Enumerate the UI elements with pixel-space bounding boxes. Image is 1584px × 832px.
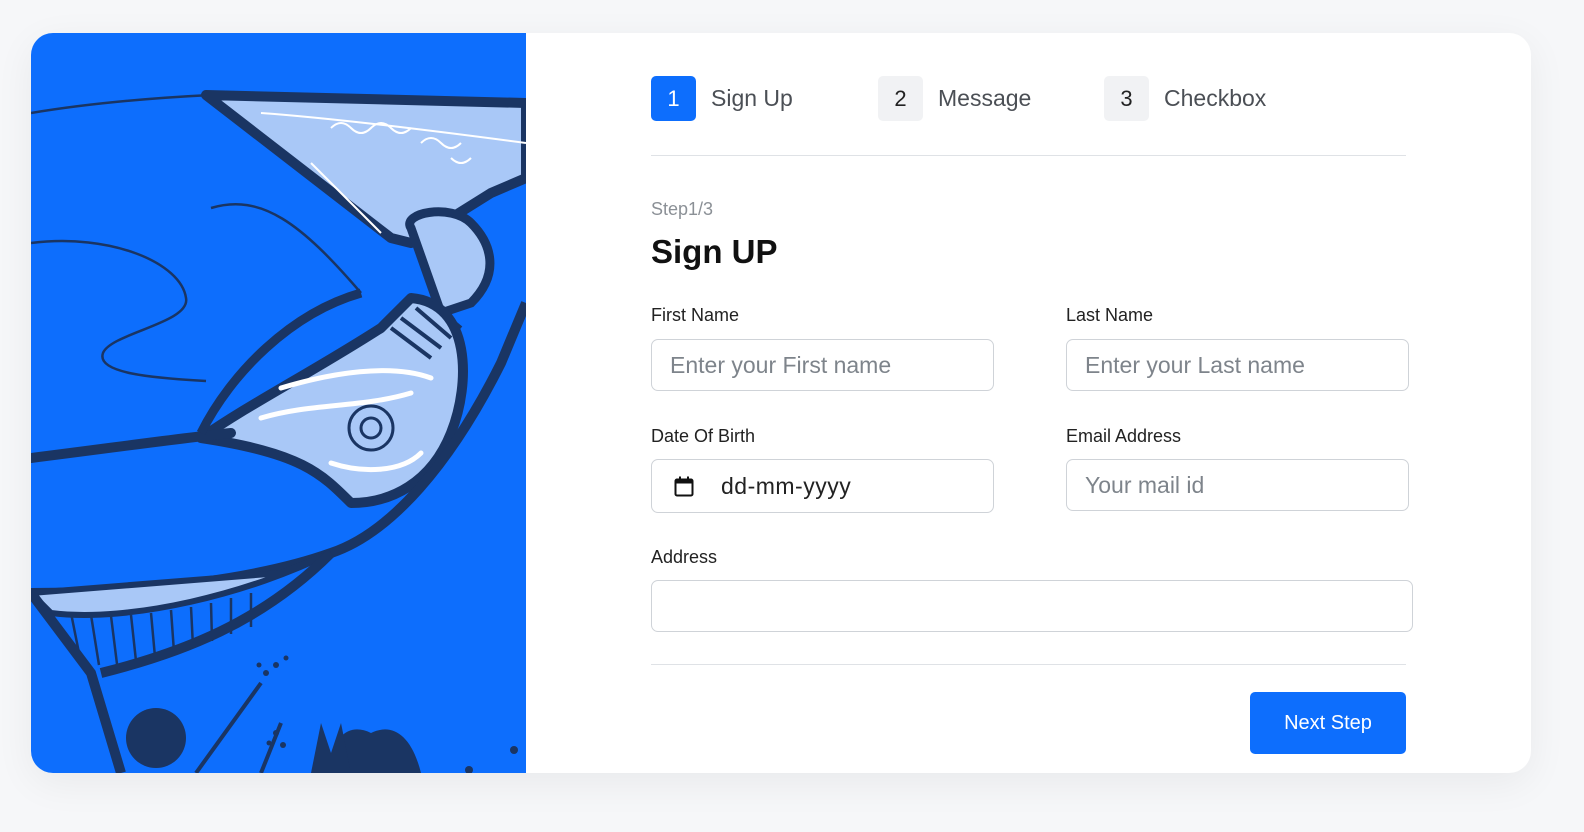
step-label: Sign Up [711, 85, 793, 111]
step-label: Checkbox [1164, 85, 1267, 111]
step-number: 2 [878, 76, 923, 121]
divider-bottom [651, 664, 1406, 665]
stepper: 1 Sign Up 2 Message 3 Checkbox [651, 76, 1266, 121]
calendar-icon[interactable] [674, 475, 696, 497]
address-input[interactable] [651, 580, 1413, 632]
email-input[interactable] [1066, 459, 1409, 511]
step-caption: Step1/3 [651, 199, 714, 219]
dob-label: Date Of Birth [651, 426, 756, 446]
step-sign-up[interactable]: 1 Sign Up [651, 76, 878, 121]
first-name-label: First Name [651, 305, 740, 325]
illustration-panel [31, 33, 526, 773]
step-number: 3 [1104, 76, 1149, 121]
email-label: Email Address [1066, 426, 1182, 446]
dob-placeholder: dd-mm-yyyy [721, 472, 852, 499]
step-checkbox[interactable]: 3 Checkbox [1104, 76, 1266, 121]
signup-card: 1 Sign Up 2 Message 3 Checkbox Step1/3 S… [31, 33, 1531, 773]
step-label: Message [938, 85, 1032, 111]
step-number: 1 [651, 76, 696, 121]
form-panel: 1 Sign Up 2 Message 3 Checkbox Step1/3 S… [526, 33, 1531, 773]
step-message[interactable]: 2 Message [878, 76, 1104, 121]
first-name-input[interactable] [651, 339, 994, 391]
last-name-label: Last Name [1066, 305, 1154, 325]
form-title: Sign UP [651, 233, 778, 270]
address-label: Address [651, 547, 718, 567]
next-step-button[interactable]: Next Step [1250, 692, 1406, 754]
paper-plane-illustration [31, 90, 526, 773]
dob-input[interactable]: dd-mm-yyyy [651, 459, 994, 513]
divider-top [651, 155, 1406, 156]
last-name-input[interactable] [1066, 339, 1409, 391]
